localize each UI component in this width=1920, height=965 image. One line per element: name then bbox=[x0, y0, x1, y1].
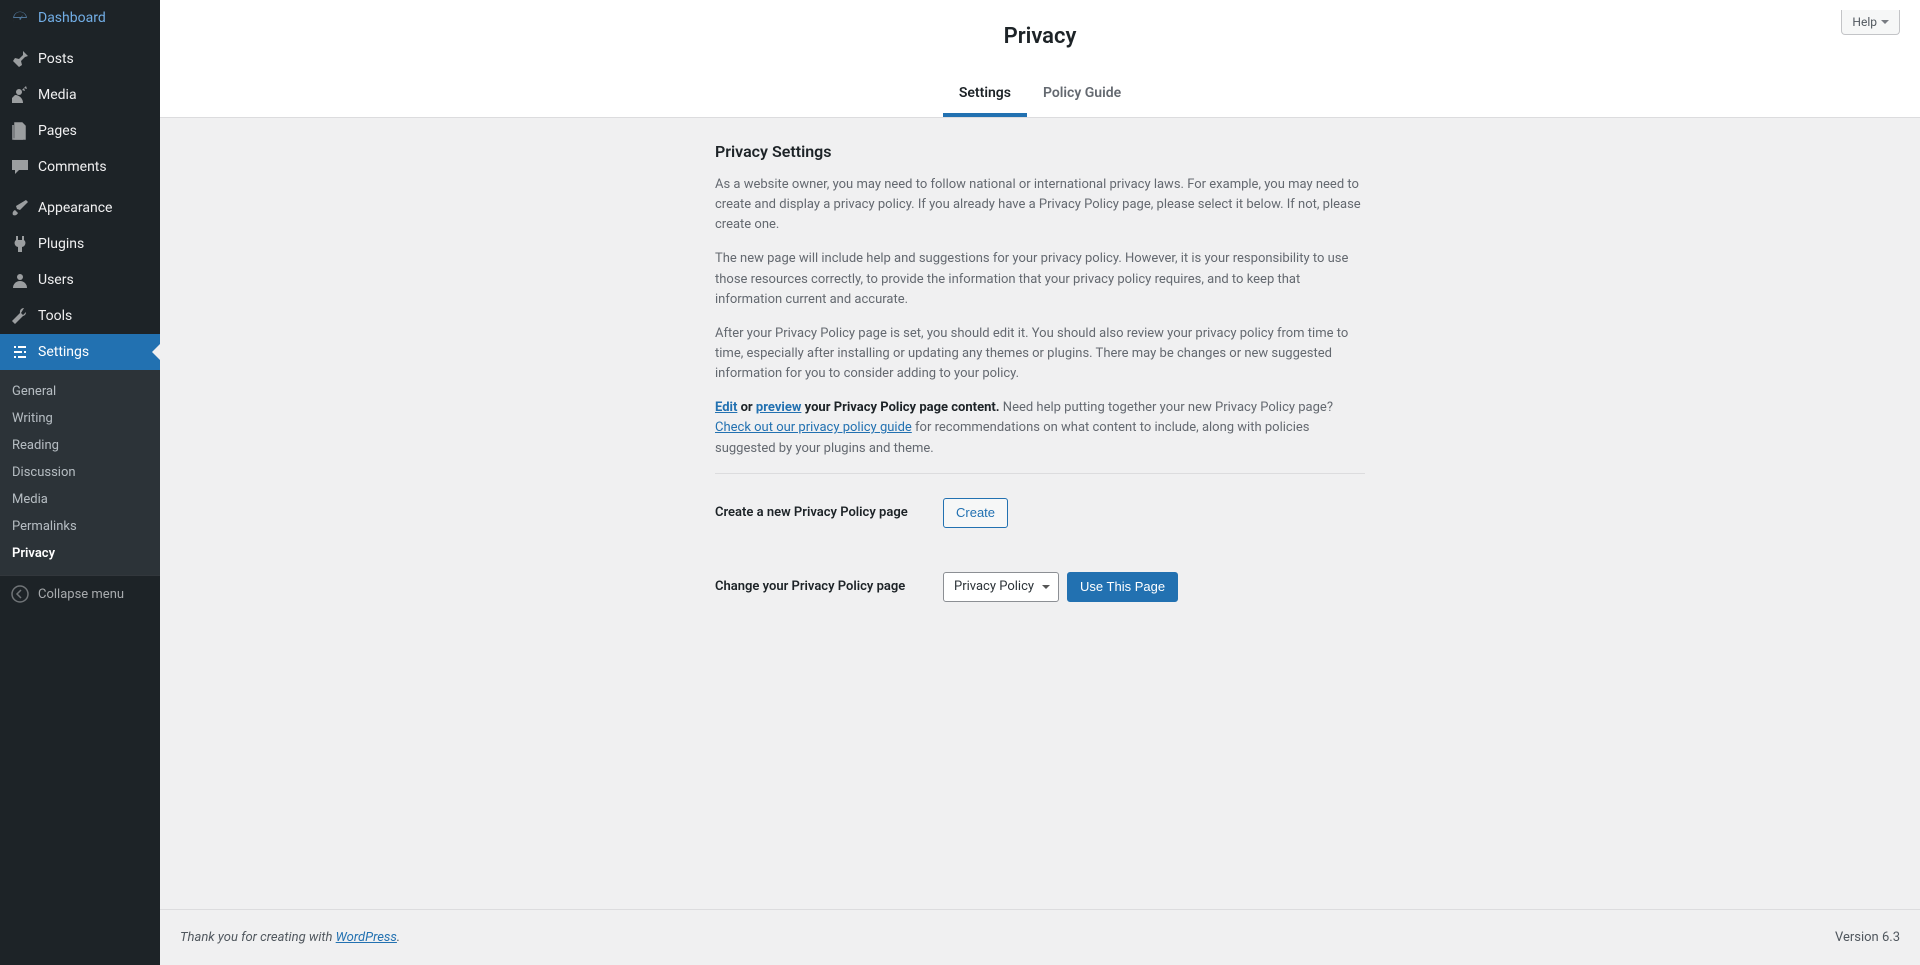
create-button[interactable]: Create bbox=[943, 498, 1008, 528]
sidebar-item-settings[interactable]: Settings bbox=[0, 334, 160, 370]
help-tab[interactable]: Help bbox=[1841, 10, 1900, 35]
sidebar-item-posts[interactable]: Posts bbox=[0, 41, 160, 77]
user-icon bbox=[10, 270, 30, 290]
collapse-icon bbox=[10, 584, 30, 604]
footer-suffix: . bbox=[397, 930, 400, 945]
pages-icon bbox=[10, 121, 30, 141]
intro-paragraph-3: After your Privacy Policy page is set, y… bbox=[715, 324, 1365, 384]
section-title: Privacy Settings bbox=[715, 142, 1365, 161]
divider bbox=[715, 473, 1365, 474]
create-row: Create a new Privacy Policy page Create bbox=[715, 498, 1365, 528]
sidebar-item-dashboard[interactable]: Dashboard bbox=[0, 0, 160, 36]
chevron-down-icon bbox=[1881, 20, 1889, 28]
sidebar-item-label: Dashboard bbox=[38, 10, 106, 26]
footer-credit: Thank you for creating with WordPress. bbox=[180, 930, 400, 945]
create-label: Create a new Privacy Policy page bbox=[715, 505, 915, 520]
page-footer: Thank you for creating with WordPress. V… bbox=[160, 909, 1920, 965]
wordpress-link[interactable]: WordPress bbox=[336, 930, 397, 945]
edit-preview-paragraph: Edit or preview your Privacy Policy page… bbox=[715, 398, 1365, 458]
change-row: Change your Privacy Policy page Privacy … bbox=[715, 572, 1365, 602]
help-label: Help bbox=[1852, 15, 1877, 29]
dashboard-icon bbox=[10, 8, 30, 28]
sidebar-item-label: Settings bbox=[38, 344, 89, 360]
submenu-item-permalinks[interactable]: Permalinks bbox=[0, 513, 160, 540]
sidebar-item-label: Plugins bbox=[38, 236, 84, 252]
page-header: Privacy Settings Policy Guide bbox=[160, 0, 1920, 118]
tab-settings[interactable]: Settings bbox=[943, 73, 1027, 117]
plug-icon bbox=[10, 234, 30, 254]
comment-icon bbox=[10, 157, 30, 177]
edit-link[interactable]: Edit bbox=[715, 400, 737, 415]
or-text: or bbox=[737, 400, 756, 415]
sidebar-item-label: Media bbox=[38, 87, 77, 103]
page-title: Privacy bbox=[160, 10, 1920, 73]
sidebar-item-comments[interactable]: Comments bbox=[0, 149, 160, 185]
submenu-item-media[interactable]: Media bbox=[0, 486, 160, 513]
settings-submenu: General Writing Reading Discussion Media… bbox=[0, 370, 160, 575]
collapse-label: Collapse menu bbox=[38, 587, 124, 602]
sidebar-item-label: Users bbox=[38, 272, 74, 288]
sidebar-item-appearance[interactable]: Appearance bbox=[0, 190, 160, 226]
sidebar-item-label: Comments bbox=[38, 159, 107, 175]
sidebar-item-label: Appearance bbox=[38, 200, 112, 216]
submenu-item-privacy[interactable]: Privacy bbox=[0, 540, 160, 567]
footer-prefix: Thank you for creating with bbox=[180, 930, 336, 945]
main-content: Help Privacy Settings Policy Guide Priva… bbox=[160, 0, 1920, 965]
pp-bold: your Privacy Policy page content. bbox=[801, 400, 999, 415]
use-this-page-button[interactable]: Use This Page bbox=[1067, 572, 1178, 602]
sidebar-item-tools[interactable]: Tools bbox=[0, 298, 160, 334]
need-help-text: Need help putting together your new Priv… bbox=[1003, 400, 1333, 415]
wrench-icon bbox=[10, 306, 30, 326]
pin-icon bbox=[10, 49, 30, 69]
media-icon bbox=[10, 85, 30, 105]
version-text: Version 6.3 bbox=[1835, 930, 1900, 945]
change-label: Change your Privacy Policy page bbox=[715, 579, 915, 594]
intro-paragraph-1: As a website owner, you may need to foll… bbox=[715, 175, 1365, 235]
tabs-nav: Settings Policy Guide bbox=[160, 73, 1920, 117]
sidebar-item-media[interactable]: Media bbox=[0, 77, 160, 113]
sidebar-item-users[interactable]: Users bbox=[0, 262, 160, 298]
sidebar-item-pages[interactable]: Pages bbox=[0, 113, 160, 149]
submenu-item-reading[interactable]: Reading bbox=[0, 432, 160, 459]
submenu-item-writing[interactable]: Writing bbox=[0, 405, 160, 432]
submenu-item-general[interactable]: General bbox=[0, 378, 160, 405]
submenu-item-discussion[interactable]: Discussion bbox=[0, 459, 160, 486]
collapse-menu[interactable]: Collapse menu bbox=[0, 575, 160, 612]
privacy-page-select[interactable]: Privacy Policy bbox=[943, 572, 1059, 602]
sliders-icon bbox=[10, 342, 30, 362]
sidebar-item-label: Pages bbox=[38, 123, 77, 139]
preview-link[interactable]: preview bbox=[756, 400, 801, 415]
sidebar-item-label: Tools bbox=[38, 308, 72, 324]
sidebar-item-label: Posts bbox=[38, 51, 74, 67]
select-value: Privacy Policy bbox=[954, 579, 1034, 594]
intro-paragraph-2: The new page will include help and sugge… bbox=[715, 249, 1365, 309]
brush-icon bbox=[10, 198, 30, 218]
sidebar-item-plugins[interactable]: Plugins bbox=[0, 226, 160, 262]
admin-sidebar: Dashboard Posts Media Pages Comments App… bbox=[0, 0, 160, 965]
page-body: Privacy Settings As a website owner, you… bbox=[160, 118, 1920, 909]
policy-guide-link[interactable]: Check out our privacy policy guide bbox=[715, 420, 912, 435]
tab-policy-guide[interactable]: Policy Guide bbox=[1027, 73, 1137, 117]
